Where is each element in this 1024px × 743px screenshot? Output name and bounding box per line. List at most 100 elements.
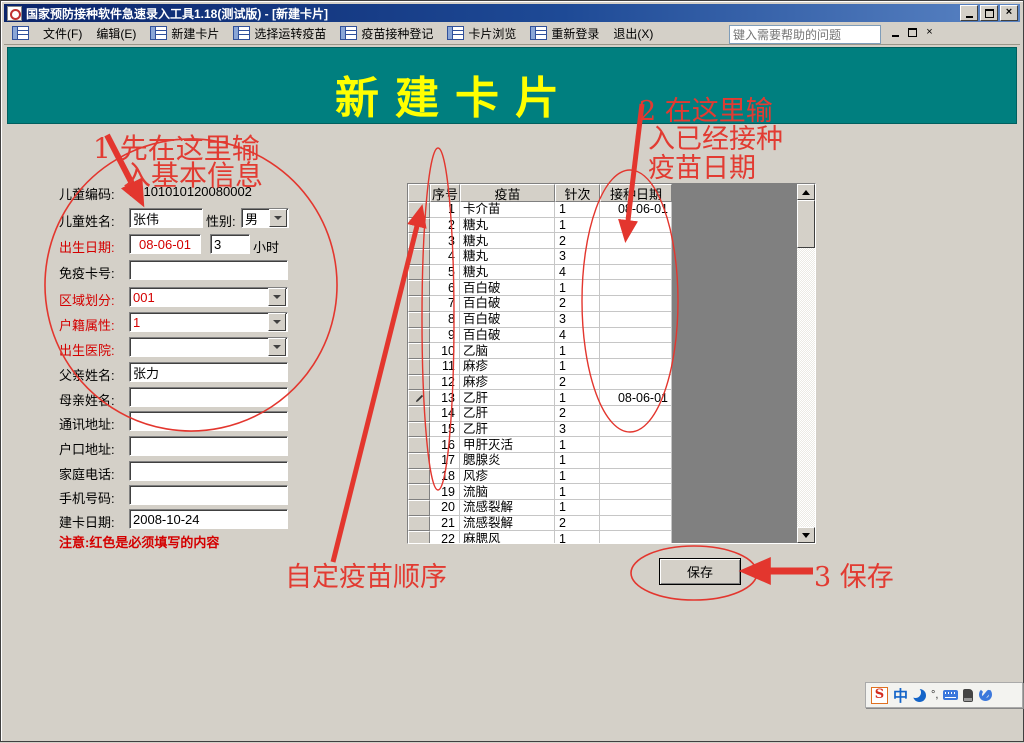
cell-dose[interactable]: 2 bbox=[555, 233, 600, 249]
row-selector[interactable] bbox=[408, 437, 430, 453]
chevron-down-icon[interactable] bbox=[269, 209, 287, 227]
menu-new-card[interactable]: 新建卡片 bbox=[150, 25, 219, 42]
cell-vaccine[interactable]: 百白破 bbox=[460, 296, 555, 312]
mailing-address-input[interactable] bbox=[129, 411, 288, 431]
cell-date[interactable]: 08-06-01 bbox=[600, 202, 672, 218]
cell-dose[interactable]: 1 bbox=[555, 437, 600, 453]
cell-date[interactable] bbox=[600, 422, 672, 438]
cell-dose[interactable]: 1 bbox=[555, 453, 600, 469]
row-selector[interactable] bbox=[408, 406, 430, 422]
menu-file[interactable]: 文件(F) bbox=[43, 25, 82, 42]
cell-dose[interactable]: 1 bbox=[555, 280, 600, 296]
row-selector[interactable] bbox=[408, 265, 430, 281]
cell-dose[interactable]: 3 bbox=[555, 249, 600, 265]
cell-dose[interactable]: 1 bbox=[555, 531, 600, 544]
cell-vaccine[interactable]: 百白破 bbox=[460, 328, 555, 344]
cell-date[interactable] bbox=[600, 500, 672, 516]
birth-date-input[interactable] bbox=[129, 234, 201, 254]
cell-seq[interactable]: 5 bbox=[430, 265, 460, 281]
cell-vaccine[interactable]: 麻腮风 bbox=[460, 531, 555, 544]
cell-dose[interactable]: 2 bbox=[555, 406, 600, 422]
row-selector[interactable] bbox=[408, 312, 430, 328]
cell-date[interactable] bbox=[600, 249, 672, 265]
mdi-restore-button[interactable] bbox=[905, 26, 920, 39]
home-phone-input[interactable] bbox=[129, 461, 288, 481]
child-name-input[interactable] bbox=[129, 208, 203, 228]
row-selector[interactable] bbox=[408, 343, 430, 359]
cell-date[interactable] bbox=[600, 328, 672, 344]
cell-seq[interactable]: 4 bbox=[430, 249, 460, 265]
cell-seq[interactable]: 19 bbox=[430, 484, 460, 500]
ink-tool-icon[interactable] bbox=[963, 689, 973, 702]
cell-vaccine[interactable]: 糖丸 bbox=[460, 265, 555, 281]
father-input[interactable] bbox=[129, 362, 288, 382]
cell-dose[interactable]: 1 bbox=[555, 500, 600, 516]
cell-dose[interactable]: 1 bbox=[555, 218, 600, 234]
fullwidth-moon-icon[interactable] bbox=[913, 689, 926, 702]
cell-dose[interactable]: 1 bbox=[555, 359, 600, 375]
cell-seq[interactable]: 2 bbox=[430, 218, 460, 234]
cell-date[interactable] bbox=[600, 484, 672, 500]
cell-vaccine[interactable]: 乙肝 bbox=[460, 422, 555, 438]
cell-seq[interactable]: 1 bbox=[430, 202, 460, 218]
cell-date[interactable] bbox=[600, 531, 672, 544]
chevron-down-icon[interactable] bbox=[268, 313, 286, 331]
row-selector[interactable] bbox=[408, 359, 430, 375]
cell-date[interactable] bbox=[600, 218, 672, 234]
cell-vaccine[interactable]: 流感裂解 bbox=[460, 500, 555, 516]
cell-seq[interactable]: 7 bbox=[430, 296, 460, 312]
header-vaccine[interactable]: 疫苗 bbox=[460, 184, 555, 202]
minimize-button[interactable] bbox=[960, 5, 978, 21]
cell-vaccine[interactable]: 甲肝灭活 bbox=[460, 437, 555, 453]
settings-wrench-icon[interactable] bbox=[978, 688, 992, 702]
cell-date[interactable] bbox=[600, 296, 672, 312]
cell-seq[interactable]: 6 bbox=[430, 280, 460, 296]
cell-seq[interactable]: 14 bbox=[430, 406, 460, 422]
mdi-minimize-button[interactable] bbox=[888, 26, 903, 39]
cell-seq[interactable]: 16 bbox=[430, 437, 460, 453]
cell-seq[interactable]: 20 bbox=[430, 500, 460, 516]
cell-dose[interactable]: 3 bbox=[555, 422, 600, 438]
cell-date[interactable] bbox=[600, 406, 672, 422]
row-selector[interactable] bbox=[408, 453, 430, 469]
row-selector[interactable] bbox=[408, 375, 430, 391]
vertical-scrollbar[interactable] bbox=[797, 184, 815, 543]
menu-edit[interactable]: 编辑(E) bbox=[96, 25, 136, 42]
cell-date[interactable] bbox=[600, 375, 672, 391]
scroll-thumb[interactable] bbox=[797, 200, 815, 248]
cell-seq[interactable]: 13 bbox=[430, 390, 460, 406]
cell-seq[interactable]: 11 bbox=[430, 359, 460, 375]
cell-vaccine[interactable]: 糖丸 bbox=[460, 233, 555, 249]
menu-vaccination-register[interactable]: 疫苗接种登记 bbox=[340, 25, 433, 42]
cell-date[interactable] bbox=[600, 437, 672, 453]
row-selector[interactable] bbox=[408, 469, 430, 485]
menu-card-browse[interactable]: 卡片浏览 bbox=[447, 25, 516, 42]
scroll-down-button[interactable] bbox=[797, 527, 815, 543]
cell-seq[interactable]: 21 bbox=[430, 516, 460, 532]
soft-keyboard-icon[interactable] bbox=[943, 690, 958, 700]
cell-date[interactable] bbox=[600, 265, 672, 281]
cell-dose[interactable]: 2 bbox=[555, 516, 600, 532]
cell-vaccine[interactable]: 乙肝 bbox=[460, 390, 555, 406]
row-selector[interactable] bbox=[408, 296, 430, 312]
cell-date[interactable] bbox=[600, 233, 672, 249]
cell-seq[interactable]: 22 bbox=[430, 531, 460, 544]
immune-card-input[interactable] bbox=[129, 260, 288, 280]
mdi-system-icon[interactable] bbox=[12, 26, 29, 40]
cell-vaccine[interactable]: 麻疹 bbox=[460, 359, 555, 375]
row-selector[interactable] bbox=[408, 233, 430, 249]
row-selector[interactable] bbox=[408, 422, 430, 438]
header-date[interactable]: 接种日期 bbox=[600, 184, 672, 202]
cell-date[interactable] bbox=[600, 469, 672, 485]
header-dose[interactable]: 针次 bbox=[555, 184, 600, 202]
menu-exit[interactable]: 退出(X) bbox=[613, 25, 653, 42]
row-selector[interactable] bbox=[408, 531, 430, 544]
row-selector[interactable] bbox=[408, 484, 430, 500]
cell-date[interactable]: 08-06-01 bbox=[600, 390, 672, 406]
cell-vaccine[interactable]: 卡介苗 bbox=[460, 202, 555, 218]
cell-date[interactable] bbox=[600, 359, 672, 375]
scroll-up-button[interactable] bbox=[797, 184, 815, 200]
cell-seq[interactable]: 3 bbox=[430, 233, 460, 249]
mdi-close-button[interactable]: × bbox=[922, 26, 937, 39]
cell-dose[interactable]: 1 bbox=[555, 484, 600, 500]
